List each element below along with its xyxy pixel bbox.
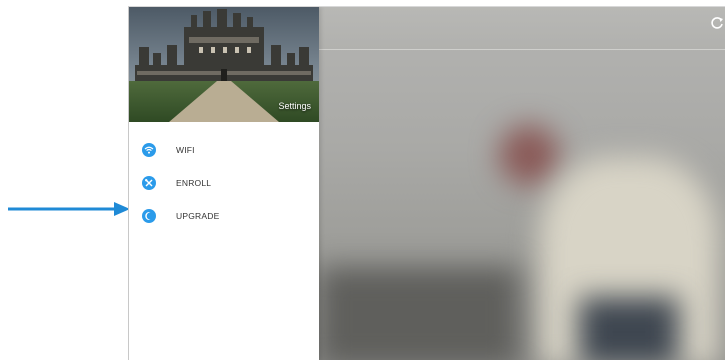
drawer-header-image: Settings	[129, 7, 319, 122]
menu-item-label: WIFI	[176, 144, 195, 155]
blurred-shape	[499, 125, 559, 185]
blurred-background	[319, 7, 725, 360]
navigation-drawer: Settings WIFI ENROLL UPGRADE	[129, 7, 319, 360]
device-screen: Settings WIFI ENROLL UPGRADE	[128, 6, 725, 360]
wifi-icon	[142, 142, 156, 157]
upgrade-icon	[142, 208, 156, 223]
drawer-menu: WIFI ENROLL UPGRADE	[129, 133, 319, 232]
tools-icon	[142, 175, 156, 190]
top-bar	[319, 7, 725, 50]
menu-item-label: UPGRADE	[176, 210, 220, 221]
blurred-shape	[319, 267, 519, 360]
screenshot-canvas: Settings WIFI ENROLL UPGRADE	[0, 0, 725, 360]
drawer-header-title: Settings	[278, 101, 311, 111]
menu-item-enroll[interactable]: ENROLL	[129, 166, 319, 199]
menu-item-wifi[interactable]: WIFI	[129, 133, 319, 166]
annotation-arrow	[8, 202, 130, 216]
menu-item-label: ENROLL	[176, 177, 212, 188]
menu-item-upgrade[interactable]: UPGRADE	[129, 199, 319, 232]
blurred-shape	[579, 297, 679, 360]
refresh-icon[interactable]	[710, 16, 724, 30]
